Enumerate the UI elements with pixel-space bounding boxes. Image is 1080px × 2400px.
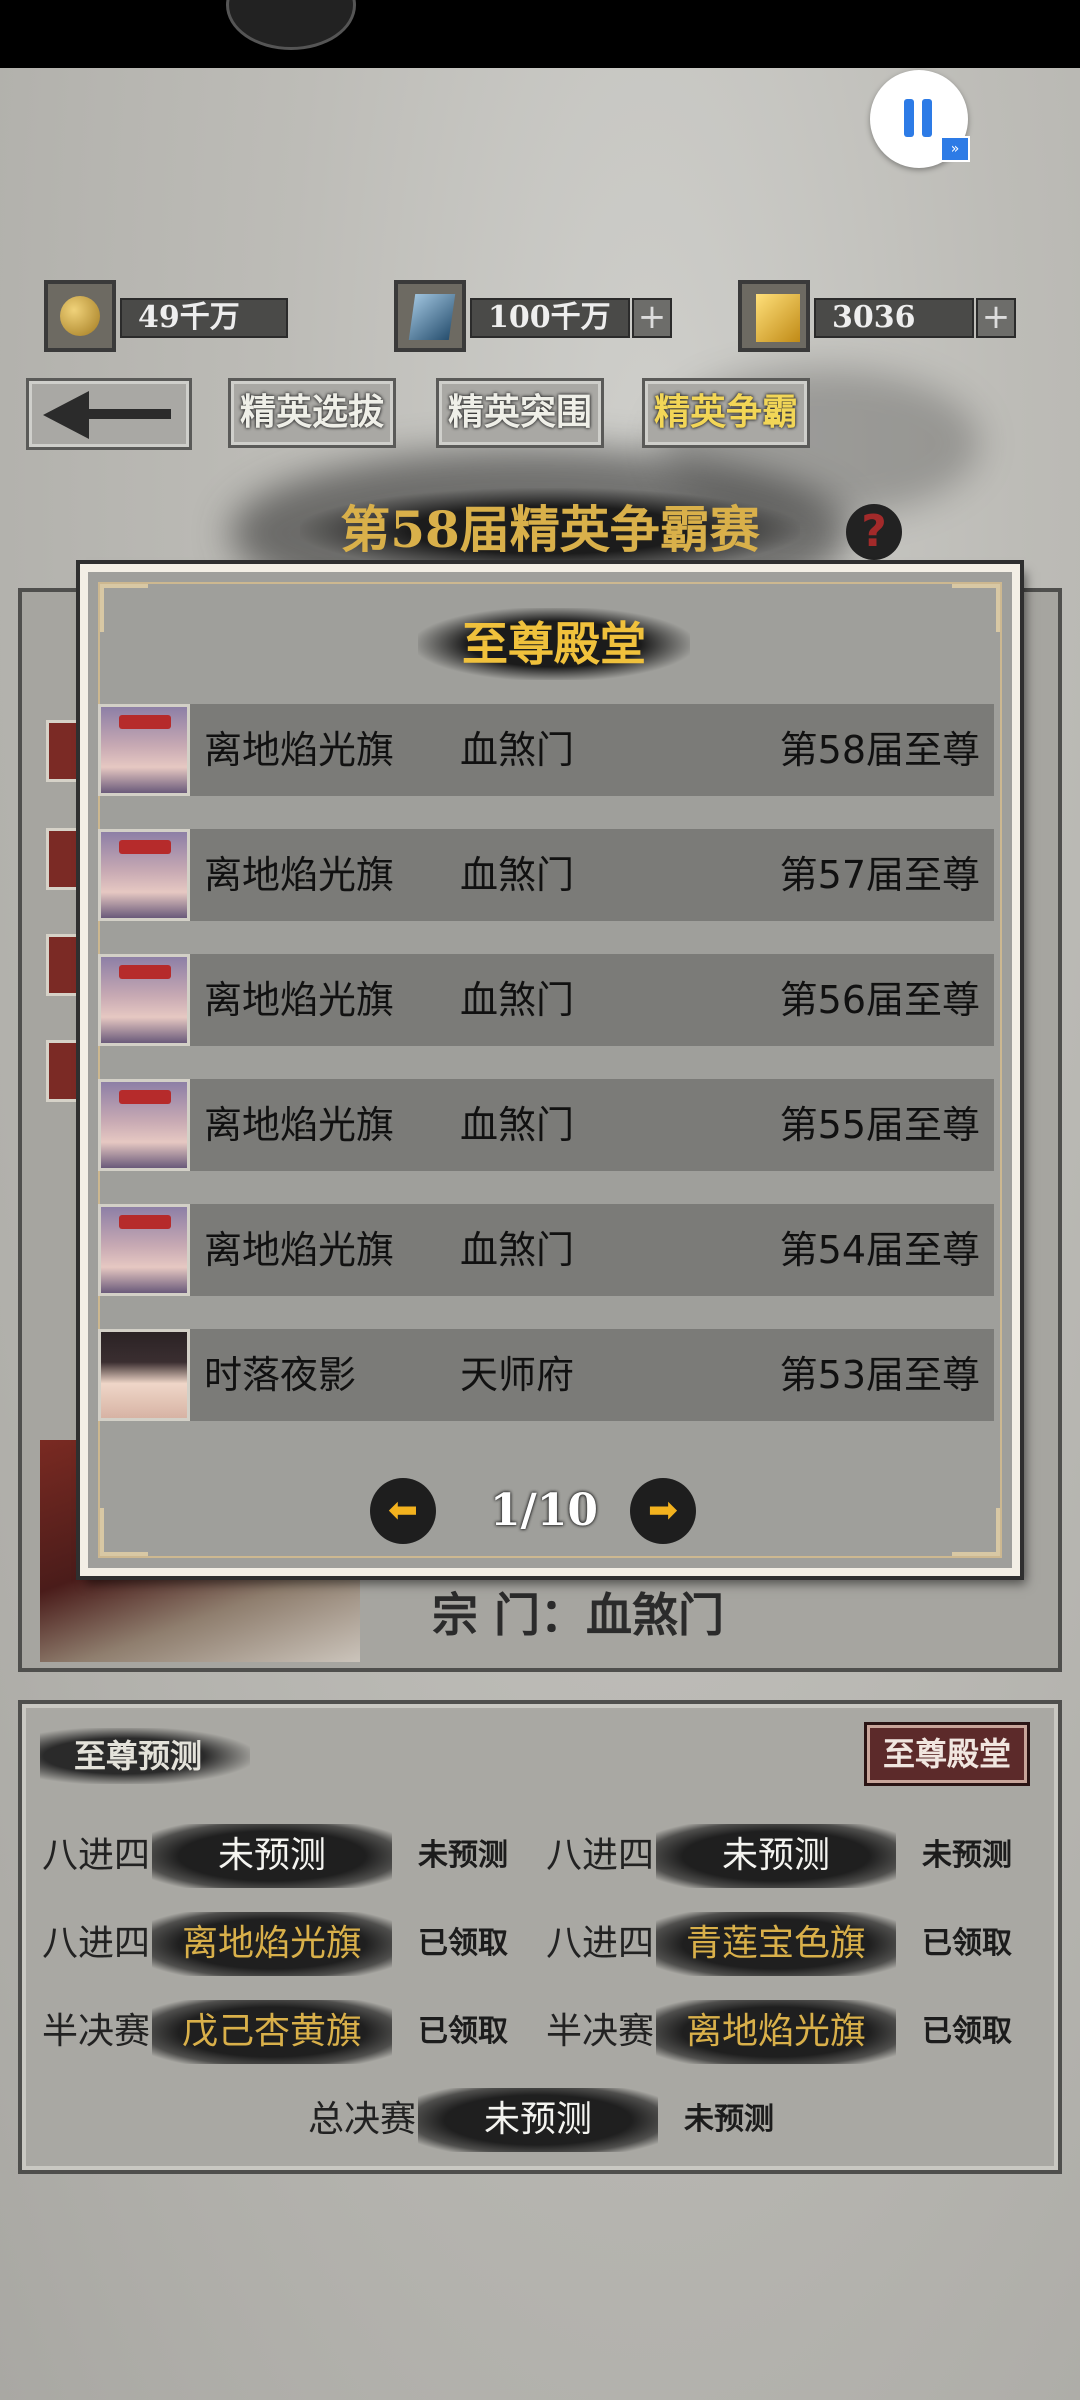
back-button[interactable] <box>26 378 192 450</box>
resource-value: 3036 <box>814 298 974 338</box>
blue-crystal-icon <box>394 280 466 352</box>
avatar <box>98 954 190 1046</box>
round-label: 八进四 <box>42 1923 151 1964</box>
champion-name: 离地焰光旗 <box>204 1103 395 1147</box>
hall-row[interactable]: 离地焰光旗 血煞门 第54届至尊 <box>98 1204 994 1296</box>
bracket-entry-stub <box>46 1040 80 1102</box>
bracket-entry-stub <box>46 720 80 782</box>
hall-of-fame-dialog: 至尊殿堂 离地焰光旗 血煞门 第58届至尊 离地焰光旗 血煞门 第57届至尊 离… <box>80 564 1020 1576</box>
bracket-entry-stub <box>46 828 80 890</box>
prediction-title: 至尊预测 <box>40 1728 250 1784</box>
champion-name: 离地焰光旗 <box>204 978 395 1022</box>
prediction-status: 未预测 <box>922 1838 1012 1873</box>
champion-name: 时落夜影 <box>204 1353 357 1397</box>
bracket-entry-stub <box>46 934 80 996</box>
prediction-status: 已领取 <box>922 1926 1012 1961</box>
round-label: 八进四 <box>546 1835 655 1876</box>
tab-elite-selection[interactable]: 精英选拔 <box>228 378 396 448</box>
avatar <box>98 829 190 921</box>
round-label: 总决赛 <box>308 2099 417 2140</box>
resource-crystal: 100千万 + <box>394 280 676 352</box>
round-label: 半决赛 <box>42 2011 151 2052</box>
avatar <box>98 704 190 796</box>
resource-value: 100千万 <box>470 298 630 338</box>
prediction-pick[interactable]: 离地焰光旗 <box>656 2000 896 2064</box>
page-indicator: 1/10 <box>490 1485 598 1536</box>
tab-elite-breakout[interactable]: 精英突围 <box>436 378 604 448</box>
season-title: 第58届精英争霸赛 <box>300 488 800 572</box>
champion-sect: 血煞门 <box>460 978 575 1022</box>
gold-ingot-icon <box>738 280 810 352</box>
prediction-status: 未预测 <box>684 2102 774 2137</box>
champion-title: 第54届至尊 <box>779 1228 980 1272</box>
champion-sect: 血煞门 <box>460 853 575 897</box>
status-bar <box>0 0 1080 68</box>
resource-value: 49千万 <box>120 298 288 338</box>
prediction-pick[interactable]: 青莲宝色旗 <box>656 1912 896 1976</box>
round-label: 八进四 <box>42 1835 151 1876</box>
corner-ornament <box>100 1508 148 1556</box>
avatar <box>98 1079 190 1171</box>
pause-button[interactable]: » <box>870 70 970 168</box>
champion-name: 离地焰光旗 <box>204 728 395 772</box>
back-arrow-shaft <box>79 409 171 419</box>
champion-name: 离地焰光旗 <box>204 853 395 897</box>
pause-icon <box>904 99 914 137</box>
hall-row[interactable]: 离地焰光旗 血煞门 第58届至尊 <box>98 704 994 796</box>
add-crystal-button[interactable]: + <box>632 298 672 338</box>
sect-line: 宗 门：血煞门 <box>432 1588 725 1642</box>
champion-sect: 血煞门 <box>460 1228 575 1272</box>
hall-row[interactable]: 时落夜影 天师府 第53届至尊 <box>98 1329 994 1421</box>
prediction-status: 已领取 <box>418 2014 508 2049</box>
pause-icon-bar <box>922 99 932 137</box>
prediction-status: 已领取 <box>922 2014 1012 2049</box>
champion-title: 第55届至尊 <box>779 1103 980 1147</box>
prediction-pick[interactable]: 戊己杏黄旗 <box>152 2000 392 2064</box>
arrow-right-icon: ➡ <box>647 1490 679 1531</box>
resource-gold: 3036 + <box>738 280 1020 352</box>
round-label: 八进四 <box>546 1923 655 1964</box>
corner-ornament <box>952 1508 1000 1556</box>
hall-row[interactable]: 离地焰光旗 血煞门 第57届至尊 <box>98 829 994 921</box>
avatar <box>98 1329 190 1421</box>
fast-forward-icon: » <box>940 136 970 162</box>
prediction-status: 未预测 <box>418 1838 508 1873</box>
next-page-button[interactable]: ➡ <box>630 1478 696 1544</box>
champion-title: 第58届至尊 <box>779 728 980 772</box>
prediction-pick[interactable]: 未预测 <box>152 1824 392 1888</box>
prediction-status: 已领取 <box>418 1926 508 1961</box>
hall-row[interactable]: 离地焰光旗 血煞门 第56届至尊 <box>98 954 994 1046</box>
champion-title: 第53届至尊 <box>779 1353 980 1397</box>
app-mascot-icon <box>226 0 356 50</box>
tab-elite-championship[interactable]: 精英争霸 <box>642 378 810 448</box>
round-label: 半决赛 <box>546 2011 655 2052</box>
prediction-pick[interactable]: 离地焰光旗 <box>152 1912 392 1976</box>
hall-of-fame-button[interactable]: 至尊殿堂 <box>864 1722 1030 1786</box>
champion-sect: 血煞门 <box>460 1103 575 1147</box>
champion-name: 离地焰光旗 <box>204 1228 395 1272</box>
corner-ornament <box>100 584 148 632</box>
hall-row[interactable]: 离地焰光旗 血煞门 第55届至尊 <box>98 1079 994 1171</box>
prediction-pick[interactable]: 未预测 <box>656 1824 896 1888</box>
yin-yang-icon <box>44 280 116 352</box>
add-gold-button[interactable]: + <box>976 298 1016 338</box>
corner-ornament <box>952 584 1000 632</box>
help-button[interactable]: ? <box>846 504 902 560</box>
dialog-title: 至尊殿堂 <box>418 608 690 680</box>
champion-sect: 天师府 <box>460 1353 575 1397</box>
champion-title: 第57届至尊 <box>779 853 980 897</box>
arrow-left-icon: ⬅ <box>387 1490 419 1531</box>
prev-page-button[interactable]: ⬅ <box>370 1478 436 1544</box>
champion-title: 第56届至尊 <box>779 978 980 1022</box>
avatar <box>98 1204 190 1296</box>
resource-yin-yang: 49千万 <box>44 280 288 352</box>
prediction-pick[interactable]: 未预测 <box>418 2088 658 2152</box>
champion-sect: 血煞门 <box>460 728 575 772</box>
